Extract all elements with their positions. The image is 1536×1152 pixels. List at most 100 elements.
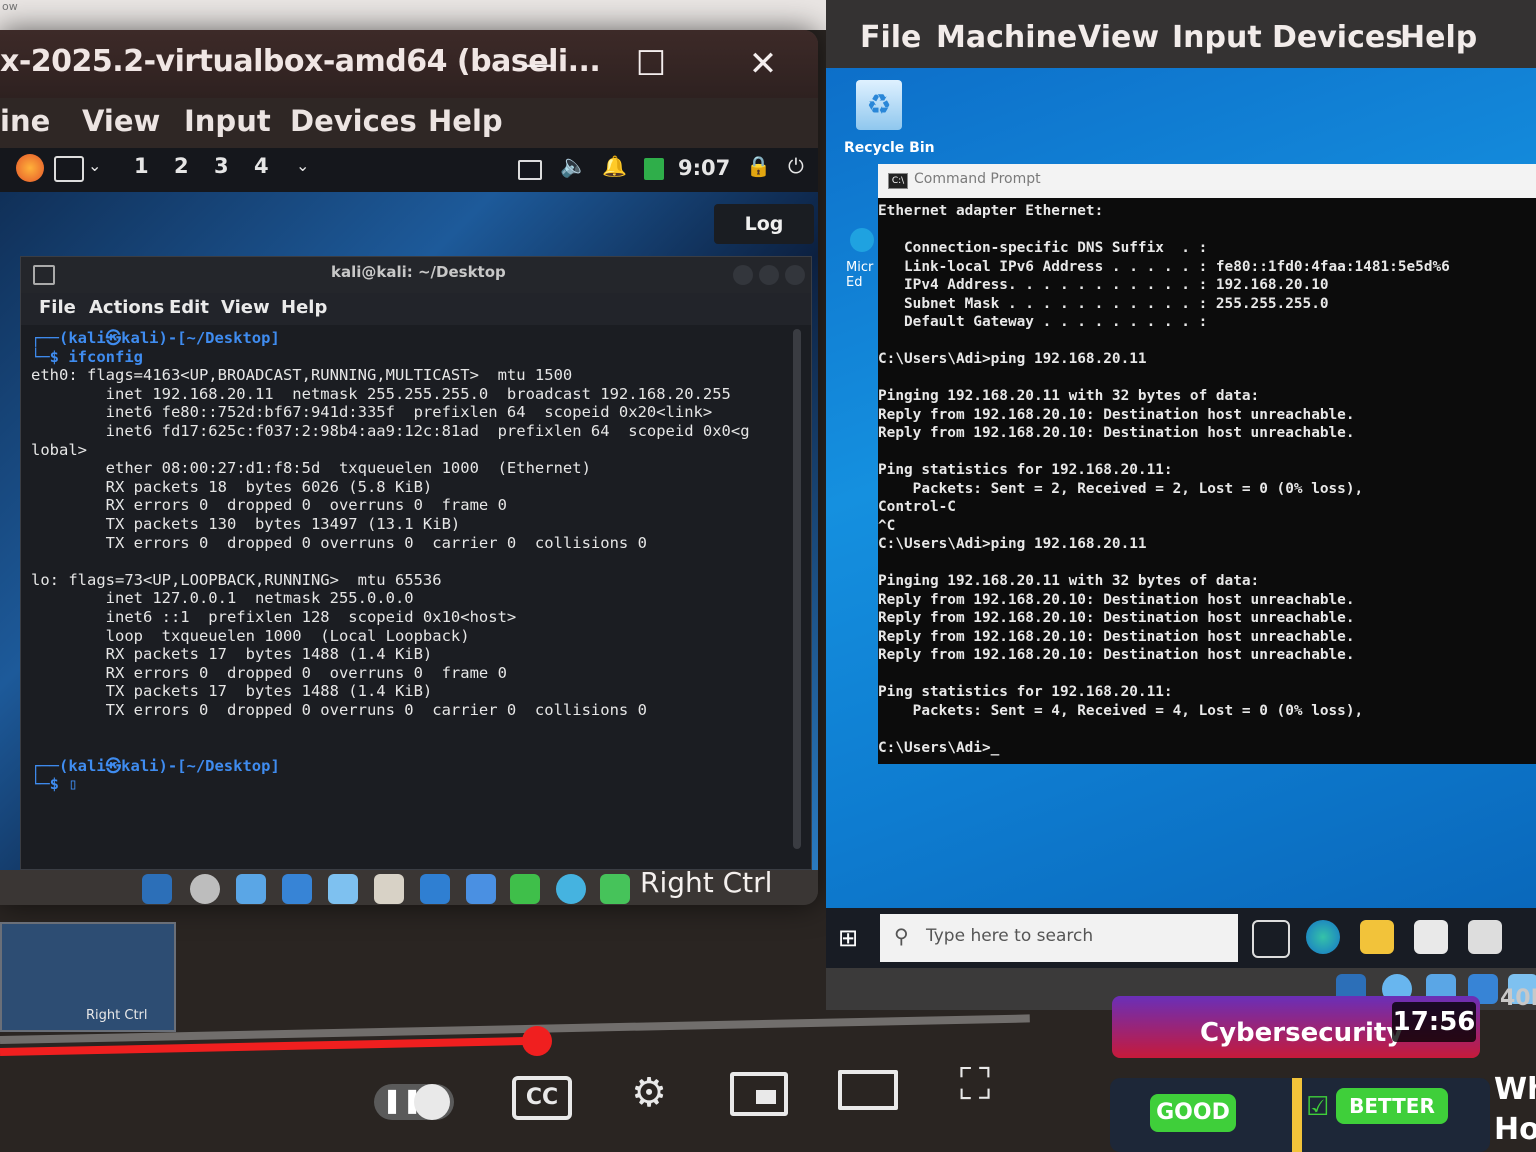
captions-button[interactable]: CC bbox=[512, 1076, 572, 1120]
menu-file[interactable]: File bbox=[860, 20, 921, 55]
terminal-prompt: ┌──(kali㉿kali)-[~/Desktop] bbox=[31, 329, 280, 347]
theater-mode-button[interactable] bbox=[838, 1070, 898, 1110]
cmd-output-line: Control-C bbox=[878, 499, 956, 515]
minimize-button[interactable] bbox=[733, 265, 753, 285]
terminal-launcher-icon[interactable] bbox=[54, 156, 84, 182]
autoplay-toggle[interactable]: ❚❚ bbox=[374, 1084, 454, 1120]
terminal-output[interactable]: ┌──(kali㉿kali)-[~/Desktop] └─$ ifconfig et… bbox=[31, 329, 791, 859]
good-badge: GOOD bbox=[1150, 1094, 1236, 1132]
menu-help[interactable]: Help bbox=[428, 104, 503, 138]
store-icon[interactable] bbox=[1414, 920, 1448, 954]
minimize-button[interactable]: — bbox=[514, 40, 564, 88]
task-view-icon[interactable] bbox=[1252, 920, 1290, 958]
recommended-video-thumbnail[interactable]: Cybersecurity 17:56 bbox=[1112, 996, 1480, 1058]
workspace-1[interactable]: 1 bbox=[134, 154, 149, 178]
terminal-scrollbar[interactable] bbox=[793, 329, 801, 849]
chevron-down-icon[interactable]: ⌄ bbox=[88, 156, 101, 175]
cmd-output-line: Reply from 192.168.20.10: Destination ho… bbox=[878, 425, 1355, 441]
background-strip: ow bbox=[0, 0, 826, 30]
network-icon[interactable] bbox=[282, 874, 312, 904]
cmd-output-line: IPv4 Address. . . . . . . . . . . : 192.… bbox=[878, 277, 1329, 293]
windows-virtualbox-window[interactable]: File Machine View Input Devices Help ♻ R… bbox=[826, 0, 1536, 1010]
cmd-titlebar[interactable]: C:\ Command Prompt bbox=[878, 164, 1536, 198]
download-icon[interactable] bbox=[600, 874, 630, 904]
cmd-output-line: C:\Users\Adi>_ bbox=[878, 739, 1000, 756]
cmd-output-line: Subnet Mask . . . . . . . . . . . : 255.… bbox=[878, 295, 1329, 312]
usb-icon[interactable] bbox=[328, 874, 358, 904]
menu-help[interactable]: Help bbox=[1400, 20, 1477, 55]
cmd-output-line bbox=[878, 369, 1536, 388]
menu-view[interactable]: View bbox=[82, 104, 160, 138]
recommended-video-thumbnail-2[interactable]: GOOD ☑ BETTER bbox=[1110, 1078, 1490, 1152]
menu-machine[interactable]: Machine bbox=[936, 20, 1077, 55]
cmd-output[interactable]: Ethernet adapter Ethernet: Connection-sp… bbox=[878, 202, 1536, 762]
volume-icon[interactable]: 🔈 bbox=[560, 154, 587, 179]
logout-button[interactable]: Log Out... bbox=[714, 204, 814, 275]
menu-devices[interactable]: Devices bbox=[1272, 20, 1403, 55]
workspace-4[interactable]: 4 bbox=[254, 154, 269, 178]
maximize-button[interactable] bbox=[759, 265, 779, 285]
miniplayer-button[interactable] bbox=[730, 1072, 788, 1116]
workspace-3[interactable]: 3 bbox=[214, 154, 229, 178]
prompt-command: $ ifconfig bbox=[49, 347, 143, 366]
edge-taskbar-icon[interactable] bbox=[1306, 920, 1340, 954]
close-button[interactable] bbox=[785, 265, 805, 285]
terminal-output-line: RX errors 0 dropped 0 overruns 0 frame 0 bbox=[31, 663, 507, 682]
terminal-input-line[interactable]: └─$ ▯ bbox=[31, 775, 791, 794]
checkmark-icon: ☑ bbox=[1306, 1092, 1330, 1122]
lock-icon[interactable]: 🔒 bbox=[746, 154, 771, 178]
audio-icon[interactable] bbox=[236, 874, 266, 904]
cmd-output-line: Reply from 192.168.20.10: Destination ho… bbox=[878, 628, 1355, 645]
video-scrubber-handle[interactable] bbox=[521, 1026, 552, 1056]
shared-folder-icon[interactable] bbox=[374, 874, 404, 904]
divider bbox=[1292, 1078, 1302, 1152]
settings-gear-icon[interactable]: ⚙ bbox=[616, 1060, 682, 1126]
menu-input[interactable]: Input bbox=[1172, 20, 1262, 55]
command-prompt-window[interactable]: C:\ Command Prompt Ethernet adapter Ethe… bbox=[878, 164, 1536, 764]
terminal-output-line: TX errors 0 dropped 0 overruns 0 carrier… bbox=[31, 533, 647, 552]
panel-clock[interactable]: 9:07 bbox=[678, 156, 730, 180]
video-controls: ❚❚ CC ⚙ ⛶ bbox=[0, 1059, 1060, 1152]
terminal-output-line: inet 127.0.0.1 netmask 255.0.0.0 bbox=[31, 589, 414, 608]
menu-input[interactable]: Input bbox=[184, 104, 271, 138]
terminal-command: └─$ ifconfig bbox=[31, 347, 143, 366]
terminal-output-line: inet6 fd17:625c:f037:2:98b4:aa9:12c:81ad… bbox=[31, 421, 750, 440]
close-button[interactable]: ✕ bbox=[738, 40, 788, 88]
cmd-title: Command Prompt bbox=[914, 171, 1041, 187]
edge-icon[interactable] bbox=[850, 228, 874, 252]
cpu-icon[interactable] bbox=[510, 874, 540, 904]
terminal-menu-actions[interactable]: Actions bbox=[89, 297, 164, 318]
bell-icon[interactable]: 🔔 bbox=[602, 154, 627, 178]
battery-icon[interactable] bbox=[644, 158, 664, 180]
terminal-output-line: lobal> bbox=[31, 440, 87, 459]
menu-devices[interactable]: Devices bbox=[290, 104, 417, 138]
terminal-menu-view[interactable]: View bbox=[221, 297, 270, 318]
recycle-bin-icon[interactable]: ♻ bbox=[856, 80, 902, 130]
fullscreen-icon[interactable]: ⛶ bbox=[942, 1052, 1008, 1118]
file-explorer-icon[interactable] bbox=[1360, 920, 1394, 954]
terminal-menu-edit[interactable]: Edit bbox=[169, 297, 209, 318]
start-button[interactable]: ⊞ bbox=[838, 924, 866, 952]
firefox-icon[interactable] bbox=[16, 154, 44, 182]
terminal-menu-file[interactable]: File bbox=[39, 297, 76, 318]
kali-virtualbox-window[interactable]: x-2025.2-virtualbox-amd64 (baseli... — ☐… bbox=[0, 30, 818, 905]
terminal-titlebar[interactable]: kali@kali: ~/Desktop bbox=[21, 257, 811, 293]
disk-icon[interactable] bbox=[142, 874, 172, 904]
terminal-menu-help[interactable]: Help bbox=[281, 297, 327, 318]
kali-window-titlebar[interactable]: x-2025.2-virtualbox-amd64 (baseli... — ☐… bbox=[0, 30, 818, 98]
workspace-2[interactable]: 2 bbox=[174, 154, 189, 178]
terminal-window[interactable]: kali@kali: ~/Desktop File Actions Edit V… bbox=[20, 256, 812, 870]
taskbar-search-box[interactable]: ⚲ Type here to search bbox=[880, 914, 1238, 962]
display-icon[interactable] bbox=[518, 160, 542, 180]
menu-machine[interactable]: ine bbox=[0, 104, 50, 138]
maximize-button[interactable]: ☐ bbox=[626, 40, 676, 88]
optical-drive-icon[interactable] bbox=[190, 874, 220, 904]
power-icon[interactable]: ⏻ bbox=[788, 154, 804, 178]
mail-icon[interactable] bbox=[1468, 920, 1502, 954]
globe-icon[interactable] bbox=[556, 874, 586, 904]
display-icon[interactable] bbox=[420, 874, 450, 904]
chevron-down-icon[interactable]: ⌄ bbox=[296, 156, 309, 175]
menu-view[interactable]: View bbox=[1078, 20, 1159, 55]
recording-icon[interactable] bbox=[466, 874, 496, 904]
